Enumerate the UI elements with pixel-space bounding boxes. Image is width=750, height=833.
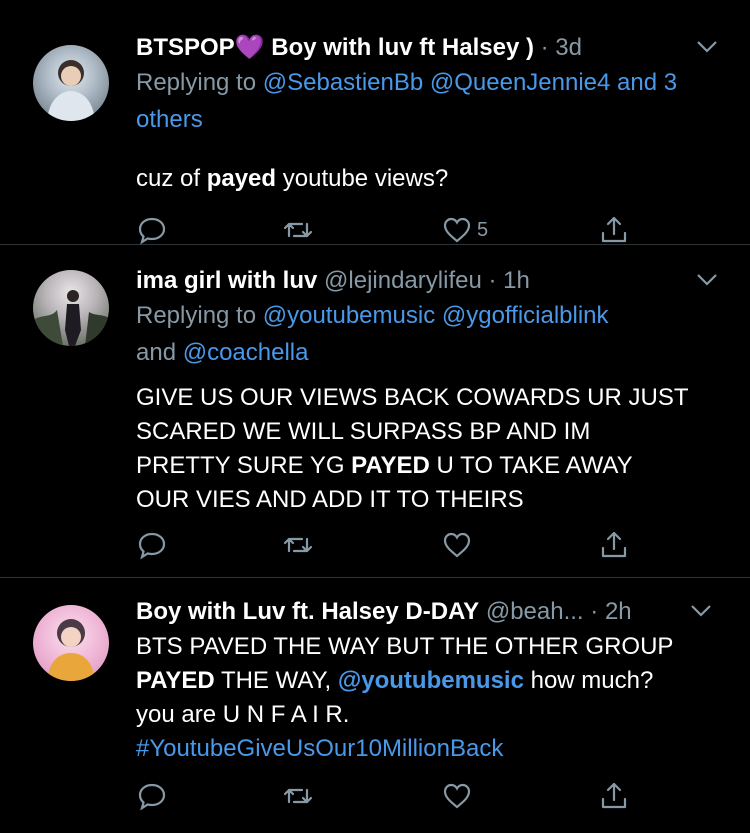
timestamp[interactable]: 1h [503, 267, 530, 294]
share-icon [601, 531, 627, 558]
reply-button[interactable] [136, 776, 168, 816]
tweet-text: GIVE US OUR VIEWS BACK COWARDS UR JUST S… [136, 381, 730, 517]
tweet-text-line: OUR VIES AND ADD IT TO THEIRS [136, 486, 524, 513]
display-name[interactable]: ima girl with luv [136, 267, 317, 294]
username[interactable]: @beah... [486, 598, 584, 625]
replying-to: Replying to @SebastienBb @QueenJennie4 a… [136, 64, 730, 138]
like-icon [443, 532, 471, 558]
like-icon [443, 783, 471, 809]
chevron-down-icon[interactable] [696, 40, 718, 54]
tweet-text-bold: PAYED [351, 452, 430, 479]
avatar[interactable] [33, 270, 109, 346]
tweet-text-line: GIVE US OUR VIEWS BACK COWARDS UR JUST [136, 384, 689, 411]
reply-button[interactable] [136, 210, 168, 250]
avatar-image [47, 60, 95, 121]
separator-dot: · [488, 267, 497, 294]
tweet-text-line: BTS PAVED THE WAY BUT THE OTHER GROUP [136, 633, 674, 660]
retweet-button[interactable] [282, 776, 314, 816]
share-button[interactable] [598, 776, 630, 816]
display-name[interactable]: Boy with Luv ft. Halsey D-DAY [136, 598, 479, 625]
tweet-text-line: you are U N F A I R. [136, 701, 350, 728]
avatar-image [47, 619, 95, 681]
timestamp[interactable]: 2h [605, 598, 632, 625]
like-button[interactable] [441, 525, 477, 565]
tweet-text-line: PAYED THE WAY, @youtubemusic how much? [136, 664, 730, 698]
retweet-icon [283, 788, 313, 804]
retweet-icon [283, 537, 313, 553]
tweet-text: BTS PAVED THE WAY BUT THE OTHER GROUP PA… [136, 630, 730, 766]
tweet-3[interactable]: Boy with Luv ft. Halsey D-DAY @beah... ·… [0, 578, 750, 832]
tweet-text-bold: PAYED [136, 667, 215, 694]
tweet-text-part: PRETTY SURE YG [136, 452, 352, 479]
tweet-header: ima girl with luv @lejindarylifeu · 1h [136, 263, 730, 299]
mention-link[interactable]: @youtubemusic [338, 667, 524, 694]
reply-icon [138, 217, 166, 245]
like-count: 5 [477, 218, 489, 241]
tweet-text-bold: payed [206, 165, 277, 192]
replying-to: Replying to @youtubemusic @ygofficialbli… [136, 297, 730, 371]
share-icon [601, 216, 627, 243]
avatar[interactable] [33, 605, 109, 681]
chevron-down-icon[interactable] [696, 273, 718, 287]
tweet-text-line: SCARED WE WILL SURPASS BP AND IM [136, 418, 591, 445]
share-icon [601, 782, 627, 809]
display-name[interactable]: BTSPOP💜 Boy with luv ft Halsey ) [136, 34, 534, 61]
retweet-button[interactable] [282, 525, 314, 565]
reply-mention[interactable]: @coachella [183, 339, 309, 366]
tweet-header: BTSPOP💜 Boy with luv ft Halsey ) · 3d [136, 30, 730, 66]
tweet-text-part: youtube views? [276, 165, 449, 192]
replying-to-and: and [136, 339, 183, 366]
tweet-1[interactable]: BTSPOP💜 Boy with luv ft Halsey ) · 3d Re… [0, 12, 750, 245]
tweet-actions: 5 [136, 210, 636, 250]
replying-to-label: Replying to [136, 302, 263, 329]
reply-icon [138, 783, 166, 811]
tweet-text-part: THE WAY, [214, 667, 338, 694]
tweet-header: Boy with Luv ft. Halsey D-DAY @beah... ·… [136, 594, 730, 630]
tweet-text-part: how much? [523, 667, 654, 694]
avatar[interactable] [33, 45, 109, 121]
avatar-image [33, 290, 109, 346]
tweet-text: cuz of payed youtube views? [136, 162, 730, 196]
retweet-button[interactable] [282, 210, 314, 250]
separator-dot: · [590, 598, 599, 625]
separator-dot: · [540, 34, 549, 61]
tweet-text-part: U TO TAKE AWAY [429, 452, 633, 479]
share-button[interactable] [598, 210, 630, 250]
like-button[interactable]: 5 [441, 210, 488, 250]
reply-icon [138, 532, 166, 560]
hashtag-link[interactable]: #YoutubeGiveUsOur10MillionBack [136, 732, 730, 766]
tweet-text-part: cuz of [136, 165, 207, 192]
tweet-actions [136, 525, 636, 565]
like-icon [443, 217, 471, 243]
share-button[interactable] [598, 525, 630, 565]
replying-to-label: Replying to [136, 69, 263, 96]
reply-button[interactable] [136, 525, 168, 565]
tweet-2[interactable]: ima girl with luv @lejindarylifeu · 1h R… [0, 245, 750, 578]
like-button[interactable] [441, 776, 477, 816]
tweet-actions [136, 776, 636, 816]
retweet-icon [283, 222, 313, 238]
tweet-text-line: PRETTY SURE YG PAYED U TO TAKE AWAY [136, 449, 730, 483]
reply-mentions[interactable]: @youtubemusic @ygofficialblink [263, 302, 609, 329]
timestamp[interactable]: 3d [555, 34, 582, 61]
username[interactable]: @lejindarylifeu [324, 267, 482, 294]
chevron-down-icon[interactable] [690, 604, 712, 618]
